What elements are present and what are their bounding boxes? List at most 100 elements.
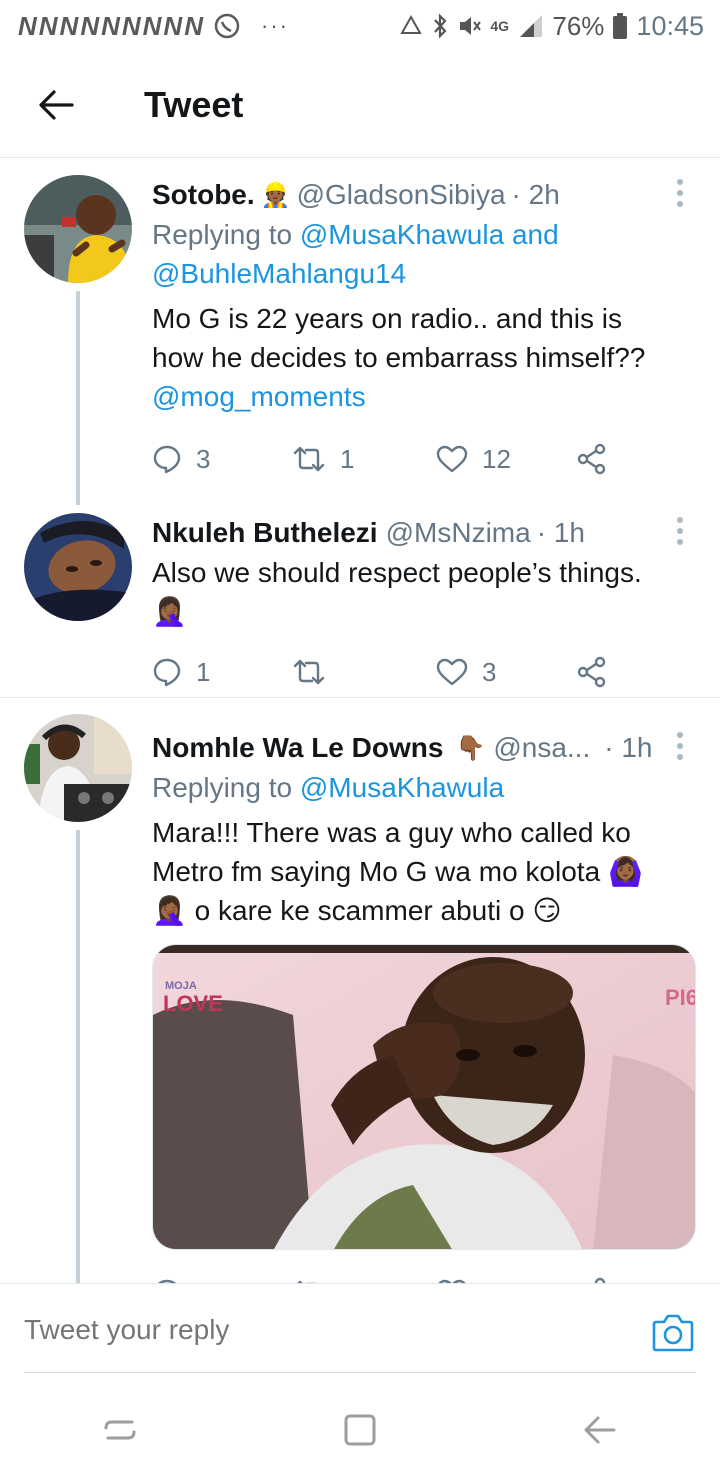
tweet-header: Nomhle Wa Le Downs 👇🏾 @nsa... · 1h (152, 728, 696, 768)
reply-mention[interactable]: @MusaKhawula (300, 219, 504, 250)
recent-apps-button[interactable] (90, 1400, 150, 1460)
retweet-icon (293, 446, 325, 472)
avatar-column (0, 167, 152, 505)
tweet-actions: 3 1 12 (152, 424, 696, 494)
recycle-icon (400, 14, 423, 34)
photo-content: MOJA LOVE PI6 (153, 945, 696, 1249)
system-nav-bar (0, 1380, 720, 1480)
composer-underline (24, 1372, 696, 1373)
tweet-text-line: Mo G is 22 years on radio.. and this is (152, 303, 622, 334)
tweet-header: Sotobe. 👷🏾 @GladsonSibiya · 2h (152, 175, 696, 215)
reply-mention[interactable]: @BuhleMahlangu14 (152, 258, 406, 289)
avatar-column (0, 505, 152, 697)
reply-composer (0, 1283, 720, 1375)
author-name[interactable]: Nkuleh Buthelezi (152, 517, 378, 549)
more-options-icon[interactable] (672, 732, 688, 760)
camera-icon (652, 1314, 694, 1352)
tweet-text-line: Metro fm saying Mo G wa mo kolota (152, 856, 601, 887)
author-handle[interactable]: @GladsonSibiya (297, 179, 506, 211)
retweet-button[interactable]: 1 (292, 444, 436, 475)
reply-count: 3 (196, 443, 211, 474)
tweet-mention[interactable]: @mog_moments (152, 377, 696, 416)
whatsapp-icon (214, 13, 240, 39)
tweet-content: Nkuleh Buthelezi @MsNzima · 1h Also we s… (152, 505, 720, 697)
tweet-header: Nkuleh Buthelezi @MsNzima · 1h (152, 513, 696, 553)
media-watermark: PI6 (665, 985, 696, 1010)
reply-input[interactable] (24, 1313, 624, 1346)
like-count: 12 (482, 443, 511, 474)
status-bar: NNNNNNNNN ··· 4G 76% 10:45 (0, 0, 720, 52)
share-button[interactable] (576, 443, 608, 475)
tweet-text: Mo G is 22 years on radio.. and this is … (152, 299, 696, 416)
tweet-content: Sotobe. 👷🏾 @GladsonSibiya · 2h Replying … (152, 167, 720, 497)
tweet-emoji: 🙆🏾‍♀️ (607, 856, 643, 887)
more-notifications-icon: ··· (261, 13, 289, 38)
replying-prefix: Replying to (152, 772, 293, 803)
back-button[interactable] (26, 75, 86, 135)
home-button[interactable] (330, 1400, 390, 1460)
tweet-text-line: how he decides to embarrass himself?? (152, 342, 646, 373)
avatar[interactable] (24, 513, 132, 621)
thread-line (76, 830, 80, 1283)
tweet-content: Nomhle Wa Le Downs 👇🏾 @nsa... · 1h Reply… (152, 706, 720, 1283)
notification-glyphs: NNNNNNNNN (18, 10, 205, 41)
reply-button[interactable]: 3 (152, 444, 292, 475)
back-icon (584, 1416, 616, 1444)
retweet-count: 1 (340, 443, 355, 474)
like-button[interactable]: 12 (436, 444, 576, 475)
tweet-time: · 1h (604, 732, 653, 763)
author-handle[interactable]: @nsa... (493, 732, 590, 764)
clock: 10:45 (636, 10, 704, 41)
tweet-time: · 1h (536, 517, 585, 548)
author-emoji: 👇🏾 (455, 734, 486, 762)
tweet-emoji: 😏 (532, 895, 562, 926)
network-type: 4G (490, 18, 510, 34)
tweet-emoji: 🤦🏾‍♀️ (152, 895, 187, 926)
app-header: Tweet (0, 52, 720, 158)
signal-icon (520, 15, 543, 37)
arrow-left-icon (39, 89, 74, 120)
reply-button[interactable]: 1 (152, 657, 292, 688)
tweet-emoji: 🤦🏾‍♀️ (152, 596, 187, 627)
tweet[interactable]: Sotobe. 👷🏾 @GladsonSibiya · 2h Replying … (0, 159, 720, 505)
heart-icon (436, 658, 468, 686)
replying-to: Replying to @MusaKhawula and @BuhleMahla… (152, 215, 696, 293)
like-button[interactable]: 3 (436, 657, 576, 688)
tweet[interactable]: Nkuleh Buthelezi @MsNzima · 1h Also we s… (0, 497, 720, 697)
share-icon (577, 656, 606, 688)
like-count: 3 (482, 656, 497, 687)
tweet-text-line: Also we should respect people’s things. (152, 557, 642, 588)
avatar[interactable] (24, 175, 132, 283)
media-watermark: LOVE (163, 991, 223, 1016)
tweet-actions: 2 1 (152, 1258, 696, 1283)
tweet-text: Also we should respect people’s things. … (152, 553, 696, 631)
tweet[interactable]: Nomhle Wa Le Downs 👇🏾 @nsa... · 1h Reply… (0, 698, 720, 1283)
battery-icon (613, 13, 628, 39)
tweet-time: · 2h (511, 179, 560, 210)
recent-apps-icon (104, 1420, 136, 1440)
notification-icons: NNNNNNNNN ··· (18, 11, 289, 42)
heart-icon (436, 445, 468, 473)
avatar[interactable] (24, 714, 132, 822)
home-icon (344, 1414, 376, 1446)
replying-to: Replying to @MusaKhawula (152, 768, 696, 807)
retweet-button[interactable] (292, 658, 436, 686)
camera-button[interactable] (652, 1312, 694, 1352)
author-name[interactable]: Sotobe. (152, 179, 255, 211)
more-options-icon[interactable] (672, 517, 688, 545)
tweet-image[interactable]: MOJA LOVE PI6 (152, 944, 696, 1250)
author-handle[interactable]: @MsNzima (386, 517, 531, 549)
share-button[interactable] (576, 656, 608, 688)
more-options-icon[interactable] (672, 179, 688, 207)
tweet-text-line: o kare ke scammer abuti o (194, 895, 525, 926)
tweet-feed[interactable]: Sotobe. 👷🏾 @GladsonSibiya · 2h Replying … (0, 159, 720, 1283)
system-back-button[interactable] (570, 1400, 630, 1460)
author-name[interactable]: Nomhle Wa Le Downs (152, 732, 443, 764)
reply-icon (153, 658, 181, 687)
share-icon (577, 443, 606, 475)
author-emoji: 👷🏾 (260, 181, 291, 209)
reply-mention[interactable]: @MusaKhawula (300, 772, 504, 803)
retweet-icon (293, 659, 325, 685)
reply-join[interactable]: and (512, 219, 559, 250)
system-indicators: 4G 76% 10:45 (398, 11, 704, 42)
